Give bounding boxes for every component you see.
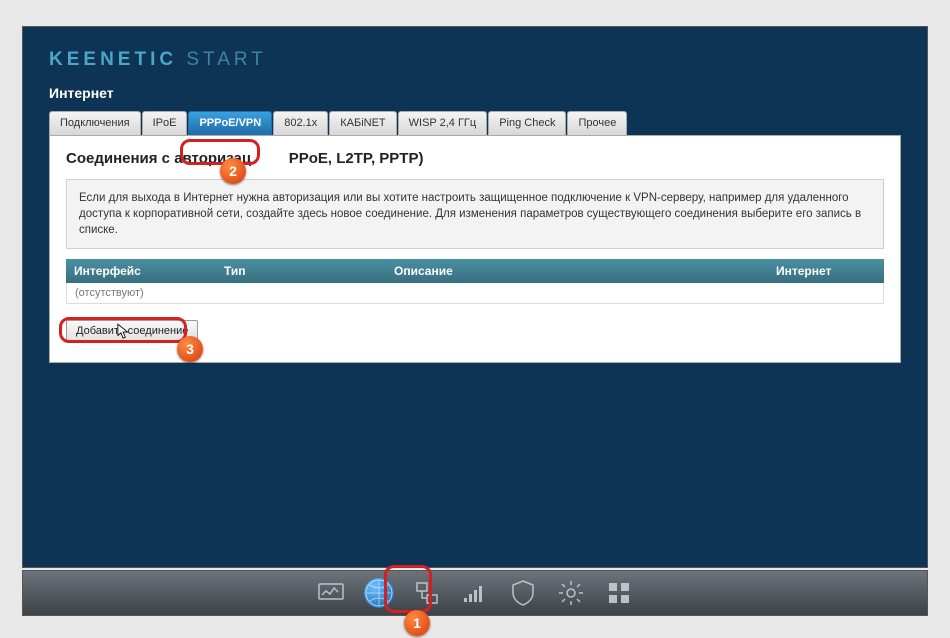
toolbar-monitor-icon[interactable]	[317, 579, 345, 607]
toolbar-internet-icon[interactable]	[365, 579, 393, 607]
tab-wisp24[interactable]: WISP 2,4 ГГц	[398, 111, 488, 135]
col-interface: Интерфейс	[74, 264, 224, 278]
page-title: Интернет	[49, 85, 901, 101]
col-internet: Интернет	[776, 264, 876, 278]
content-panel: Соединения с авторизации (PPPoE, L2TP, P…	[49, 135, 901, 363]
toolbar-firewall-icon[interactable]	[509, 579, 537, 607]
tab-bar: Подключения IPoE PPPoE/VPN 802.1x КАБiNE…	[49, 111, 901, 135]
table-header: Интерфейс Тип Описание Интернет	[66, 259, 884, 283]
brand-sub: START	[186, 49, 267, 70]
col-description: Описание	[394, 264, 776, 278]
toolbar-wifi-icon[interactable]	[461, 579, 489, 607]
add-connection-label: Добавить соединение	[76, 325, 188, 337]
tab-kabinet[interactable]: КАБiNET	[329, 111, 396, 135]
table-empty-row: (отсутствуют)	[66, 283, 884, 304]
toolbar-apps-icon[interactable]	[605, 579, 633, 607]
tab-8021x[interactable]: 802.1x	[273, 111, 328, 135]
annotation-label-2: 2	[220, 158, 246, 184]
tab-ipoe[interactable]: IPoE	[142, 111, 188, 135]
annotation-label-3: 3	[177, 336, 203, 362]
bottom-toolbar	[22, 570, 928, 616]
toolbar-settings-icon[interactable]	[557, 579, 585, 607]
col-type: Тип	[224, 264, 394, 278]
brand-logo: KEENETIC START	[49, 49, 901, 71]
brand-main: KEENETIC	[49, 49, 177, 70]
globe-icon	[364, 578, 394, 608]
tab-connections[interactable]: Подключения	[49, 111, 141, 135]
toolbar-network-icon[interactable]	[413, 579, 441, 607]
panel-heading: Соединения с авторизации (PPPoE, L2TP, P…	[66, 150, 884, 167]
tab-other[interactable]: Прочее	[567, 111, 627, 135]
tab-pppoe-vpn[interactable]: PPPoE/VPN	[188, 111, 272, 135]
annotation-label-1: 1	[404, 610, 430, 636]
tab-pingcheck[interactable]: Ping Check	[488, 111, 566, 135]
add-connection-button[interactable]: Добавить соединение	[66, 320, 198, 342]
info-text: Если для выхода в Интернет нужна авториз…	[66, 179, 884, 249]
